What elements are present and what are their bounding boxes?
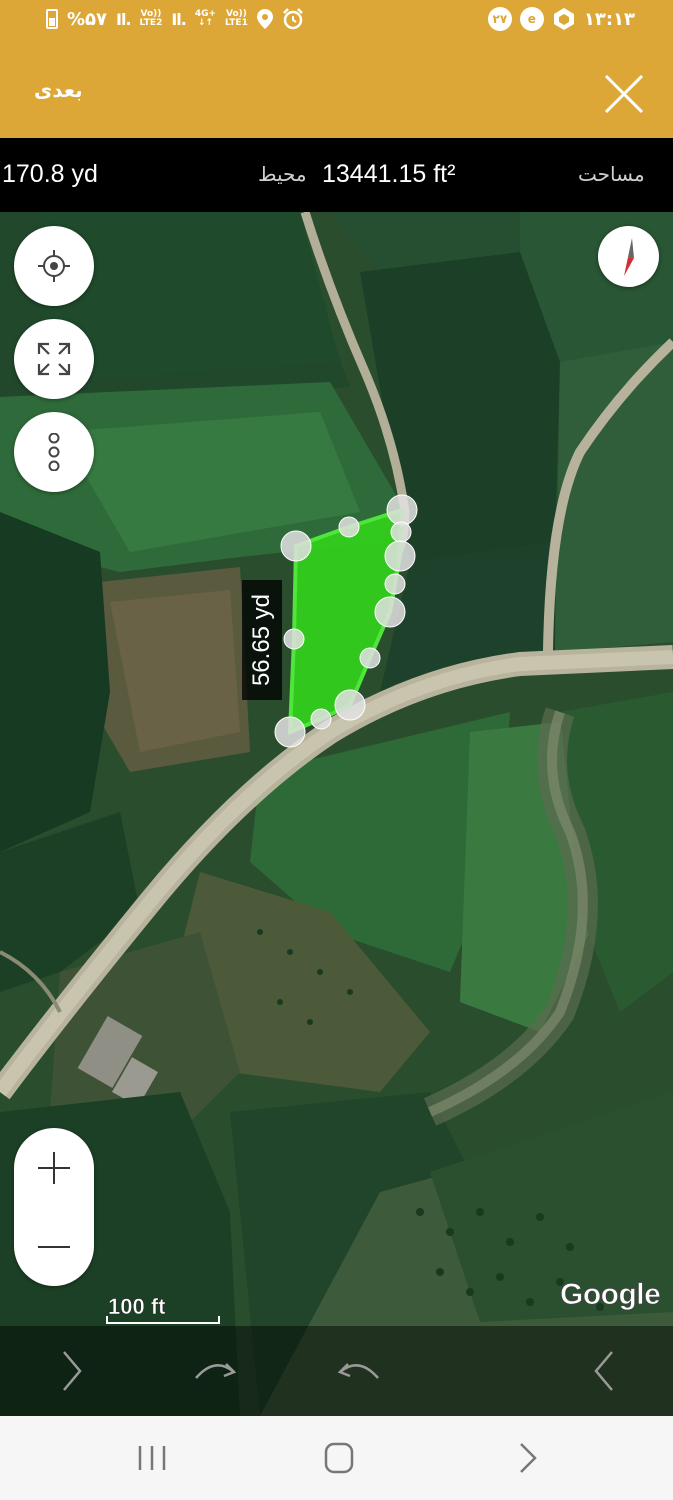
system-navigation-bar — [0, 1416, 673, 1500]
undo-icon[interactable] — [334, 1348, 384, 1394]
signal-icon: Il. — [116, 9, 131, 29]
app-bar: بعدی — [0, 40, 673, 138]
perimeter-label: محیط — [258, 162, 307, 186]
status-bar: %۵۷ Il. Vo)) LTE2 Il. 4G+ ↓↑ Vo)) LTE1 ۲… — [0, 0, 673, 40]
redo-icon[interactable] — [190, 1348, 240, 1394]
back-icon[interactable] — [508, 1440, 548, 1476]
chevron-right-icon[interactable] — [48, 1348, 98, 1394]
next-button[interactable]: بعدی — [34, 78, 83, 102]
satellite-map[interactable]: 56.65 yd 100 ft Google — [0, 212, 673, 1416]
area-value: 13441.15 ft² — [322, 160, 456, 188]
zoom-in-button[interactable] — [14, 1128, 94, 1207]
zoom-out-button[interactable] — [14, 1207, 94, 1286]
expand-icon — [37, 342, 71, 376]
more-vertical-icon — [48, 433, 60, 471]
close-icon[interactable] — [604, 74, 644, 114]
minus-icon — [38, 1245, 70, 1248]
signal-icon: Il. — [171, 9, 186, 29]
browser-icon: e — [519, 7, 544, 31]
vertex-handle[interactable] — [274, 716, 306, 748]
edit-toolbar — [0, 1326, 673, 1416]
app-hexagon-icon — [553, 8, 574, 30]
zoom-control — [14, 1128, 94, 1286]
notification-badge: ۲۷ — [487, 7, 512, 31]
status-right: ۲۷ e ۱۳:۱۳ — [487, 7, 635, 31]
home-icon[interactable] — [319, 1440, 359, 1476]
network-indicator-2: Vo)) LTE2 — [139, 9, 163, 28]
scale-bar: 100 ft — [106, 1294, 220, 1326]
more-options-button[interactable] — [14, 412, 94, 492]
plus-icon — [38, 1151, 70, 1184]
alarm-icon — [282, 8, 303, 30]
perimeter-value: 170.8 yd — [2, 160, 98, 188]
vertex-handle[interactable] — [283, 628, 305, 650]
chevron-left-icon[interactable] — [578, 1348, 628, 1394]
vertex-handle[interactable] — [384, 540, 416, 572]
vertex-handle[interactable] — [334, 689, 366, 721]
area-label: مساحت — [578, 162, 645, 186]
vertex-handle[interactable] — [390, 521, 412, 543]
vertex-handle[interactable] — [384, 573, 406, 595]
fit-bounds-button[interactable] — [14, 319, 94, 399]
edge-length-label: 56.65 yd — [242, 580, 282, 700]
vertex-handle[interactable] — [338, 516, 360, 538]
vertex-handle[interactable] — [386, 494, 418, 526]
status-left: %۵۷ Il. Vo)) LTE2 Il. 4G+ ↓↑ Vo)) LTE1 — [46, 8, 304, 30]
vertex-handle[interactable] — [310, 708, 332, 730]
battery-level: %۵۷ — [67, 8, 108, 30]
scale-line — [106, 1316, 220, 1324]
compass-button[interactable] — [598, 226, 659, 287]
vertex-handle[interactable] — [359, 647, 381, 669]
measurement-bar: 170.8 yd محیط 13441.15 ft² مساحت — [0, 138, 673, 212]
location-icon — [256, 9, 273, 29]
google-attribution: Google — [560, 1278, 662, 1312]
clock: ۱۳:۱۳ — [583, 8, 635, 30]
vertex-handle[interactable] — [374, 596, 406, 628]
network-type: 4G+ ↓↑ — [194, 9, 217, 28]
my-location-button[interactable] — [14, 226, 94, 306]
battery-icon — [46, 9, 58, 29]
recent-apps-icon[interactable] — [132, 1440, 172, 1476]
crosshair-icon — [38, 250, 70, 282]
satellite-imagery[interactable] — [0, 212, 673, 1416]
network-indicator-1: Vo)) LTE1 — [225, 9, 248, 28]
compass-icon — [624, 238, 634, 276]
vertex-handle[interactable] — [280, 530, 312, 562]
